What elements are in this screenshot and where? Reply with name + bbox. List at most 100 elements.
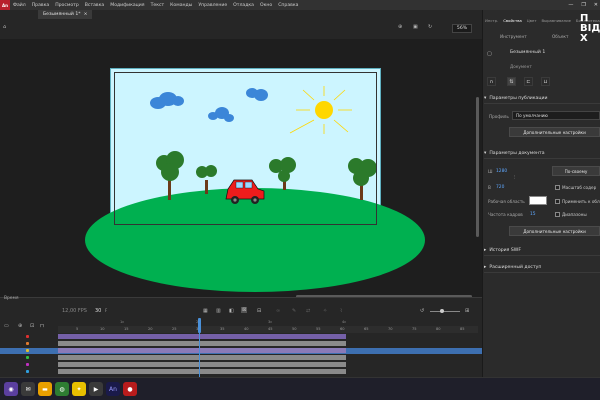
layer-row[interactable]	[0, 362, 482, 368]
rewind-icon[interactable]: ↺	[420, 308, 424, 314]
new-layer-icon[interactable]: ▭	[4, 323, 9, 329]
minimize-button[interactable]: —	[568, 2, 573, 8]
stage-color-label: Рабочая область	[488, 199, 525, 204]
advanced-settings-label: Дополнительные настройки	[523, 228, 586, 234]
publish-section-header[interactable]: ▾ Параметры публикации	[484, 94, 600, 104]
advanced-settings-button-1[interactable]: Дополнительные настройки	[509, 127, 600, 137]
layer-color-dot[interactable]	[26, 349, 29, 352]
stage-guide-frame	[114, 72, 377, 225]
subtab-object[interactable]: Объект	[552, 34, 568, 39]
swf-history-section[interactable]: ▸ История SWF	[484, 246, 600, 256]
ruler-tick: 60	[340, 327, 345, 331]
document-section-header[interactable]: ▾ Параметры документа	[484, 149, 600, 159]
stage-align-icon[interactable]: ⇅	[507, 77, 516, 86]
snap-icon[interactable]: ∩	[487, 77, 496, 86]
tab-color[interactable]: Цвет	[527, 18, 537, 26]
window-controls: — ❐ ✕	[568, 0, 598, 10]
profile-label: Профиль	[489, 114, 509, 119]
layer-row[interactable]	[0, 369, 482, 375]
animate-taskbar-icon[interactable]: An	[106, 382, 120, 396]
playhead[interactable]	[198, 318, 201, 333]
timeline-zoom-slider[interactable]	[430, 311, 460, 312]
ruler-tick: 35	[220, 327, 225, 331]
motion-icon[interactable]: ⇄	[306, 308, 310, 314]
ruler-tick: 25	[172, 327, 177, 331]
stage-color-swatch[interactable]	[529, 196, 547, 205]
chat-icon[interactable]: ✉	[21, 382, 35, 396]
ruler-tick: 80	[436, 327, 441, 331]
advanced-settings-button-2[interactable]: Дополнительные настройки	[509, 226, 600, 236]
layer-frames[interactable]	[58, 334, 346, 339]
layer-color-dot[interactable]	[26, 356, 29, 359]
lock-icon[interactable]: ⊔	[541, 77, 550, 86]
document-name: Безымянный 1	[510, 50, 546, 55]
layer-color-dot[interactable]	[26, 363, 29, 366]
ranges-checkbox[interactable]	[555, 212, 560, 217]
timeline-zoom-knob[interactable]	[440, 309, 444, 313]
scale-content-checkbox[interactable]	[555, 185, 560, 190]
height-value[interactable]: 720	[496, 185, 504, 190]
brush-icon[interactable]: ✎	[292, 308, 296, 314]
layer-row[interactable]	[0, 334, 482, 340]
delete-layer-icon[interactable]: ⊡	[30, 323, 34, 329]
layer-row-selected[interactable]	[0, 348, 482, 354]
timeline-fps[interactable]: 12,00 FPS	[62, 308, 87, 314]
recording-icon[interactable]: ●	[123, 382, 137, 396]
start-icon[interactable]: ◉	[4, 382, 18, 396]
layer-frames[interactable]	[58, 341, 346, 346]
timeline-frame-unit: F	[105, 308, 108, 313]
chrome-icon[interactable]: ◍	[55, 382, 69, 396]
layer-row[interactable]	[0, 355, 482, 361]
profile-select[interactable]: По умолчанию	[512, 111, 600, 120]
playhead-line	[199, 333, 200, 377]
folder-icon[interactable]: ▬	[38, 382, 52, 396]
add-folder-icon[interactable]: ⊕	[18, 323, 22, 329]
tab-tools[interactable]: Инстр.	[485, 18, 498, 26]
maximize-button[interactable]: ❐	[581, 2, 585, 8]
chevron-right-icon: ▸	[484, 265, 487, 270]
frame-rate-value[interactable]: 15	[530, 212, 536, 217]
ruler-tick: 20	[148, 327, 153, 331]
layer-frames[interactable]	[58, 369, 346, 374]
layer-color-dot[interactable]	[26, 335, 29, 338]
layer-color-dot[interactable]	[26, 370, 29, 373]
link-icon[interactable]: ∞	[276, 308, 280, 314]
loop-icon[interactable]: ⊠	[241, 307, 248, 313]
subtab-tool[interactable]: Инструмент	[500, 34, 527, 39]
ruler-tick: 85	[460, 327, 465, 331]
extended-access-title: Расширенный доступ	[489, 265, 542, 270]
timeline-zoom-in-icon[interactable]: ⊞	[465, 308, 469, 314]
close-window-button[interactable]: ✕	[594, 2, 598, 8]
copy-icon[interactable]: ⊏	[524, 77, 533, 86]
vertical-scrollbar[interactable]	[476, 97, 479, 237]
document-kind: Документ	[510, 64, 532, 69]
link-dimensions-icon[interactable]: ⫶	[514, 175, 515, 181]
extended-access-section[interactable]: ▸ Расширенный доступ	[484, 263, 600, 273]
tab-properties[interactable]: Свойства	[503, 18, 522, 26]
layer-frames[interactable]	[58, 362, 346, 367]
swf-history-title: История SWF	[489, 248, 521, 253]
timeline-ruler[interactable]: 5 10 15 20 25 30 35 40 45 50 55 60 65 70…	[58, 326, 478, 333]
media-icon[interactable]: ▶	[89, 382, 103, 396]
ruler-tick: 45	[268, 327, 273, 331]
layer-row[interactable]	[0, 341, 482, 347]
chevron-down-icon: ▾	[484, 151, 487, 156]
layer-frames[interactable]	[58, 348, 346, 353]
bone-icon[interactable]: ⌇	[340, 308, 342, 314]
ruler-tick: 40	[244, 327, 249, 331]
layer-color-dot[interactable]	[26, 342, 29, 345]
frame-rate-label: Частота кадров	[488, 212, 523, 217]
layer-frames[interactable]	[58, 355, 346, 360]
frame-edit-icon[interactable]: ▥	[216, 308, 221, 314]
notes-icon[interactable]: ✦	[72, 382, 86, 396]
width-value[interactable]: 1280	[496, 169, 507, 174]
ease-icon[interactable]: ✧	[323, 308, 327, 314]
lock-layers-icon[interactable]: ⊓	[40, 323, 44, 329]
keyframe-icon[interactable]: ◧	[229, 308, 234, 314]
tween-icon[interactable]: ⊟	[257, 308, 261, 314]
apply-to-pasteboard-checkbox[interactable]	[555, 199, 560, 204]
tab-align[interactable]: Выравнивание	[542, 18, 571, 26]
default-size-button[interactable]: По-своему	[552, 166, 600, 176]
timeline-current-frame[interactable]: 30	[95, 308, 101, 314]
onion-skin-icon[interactable]: ▦	[203, 308, 208, 314]
